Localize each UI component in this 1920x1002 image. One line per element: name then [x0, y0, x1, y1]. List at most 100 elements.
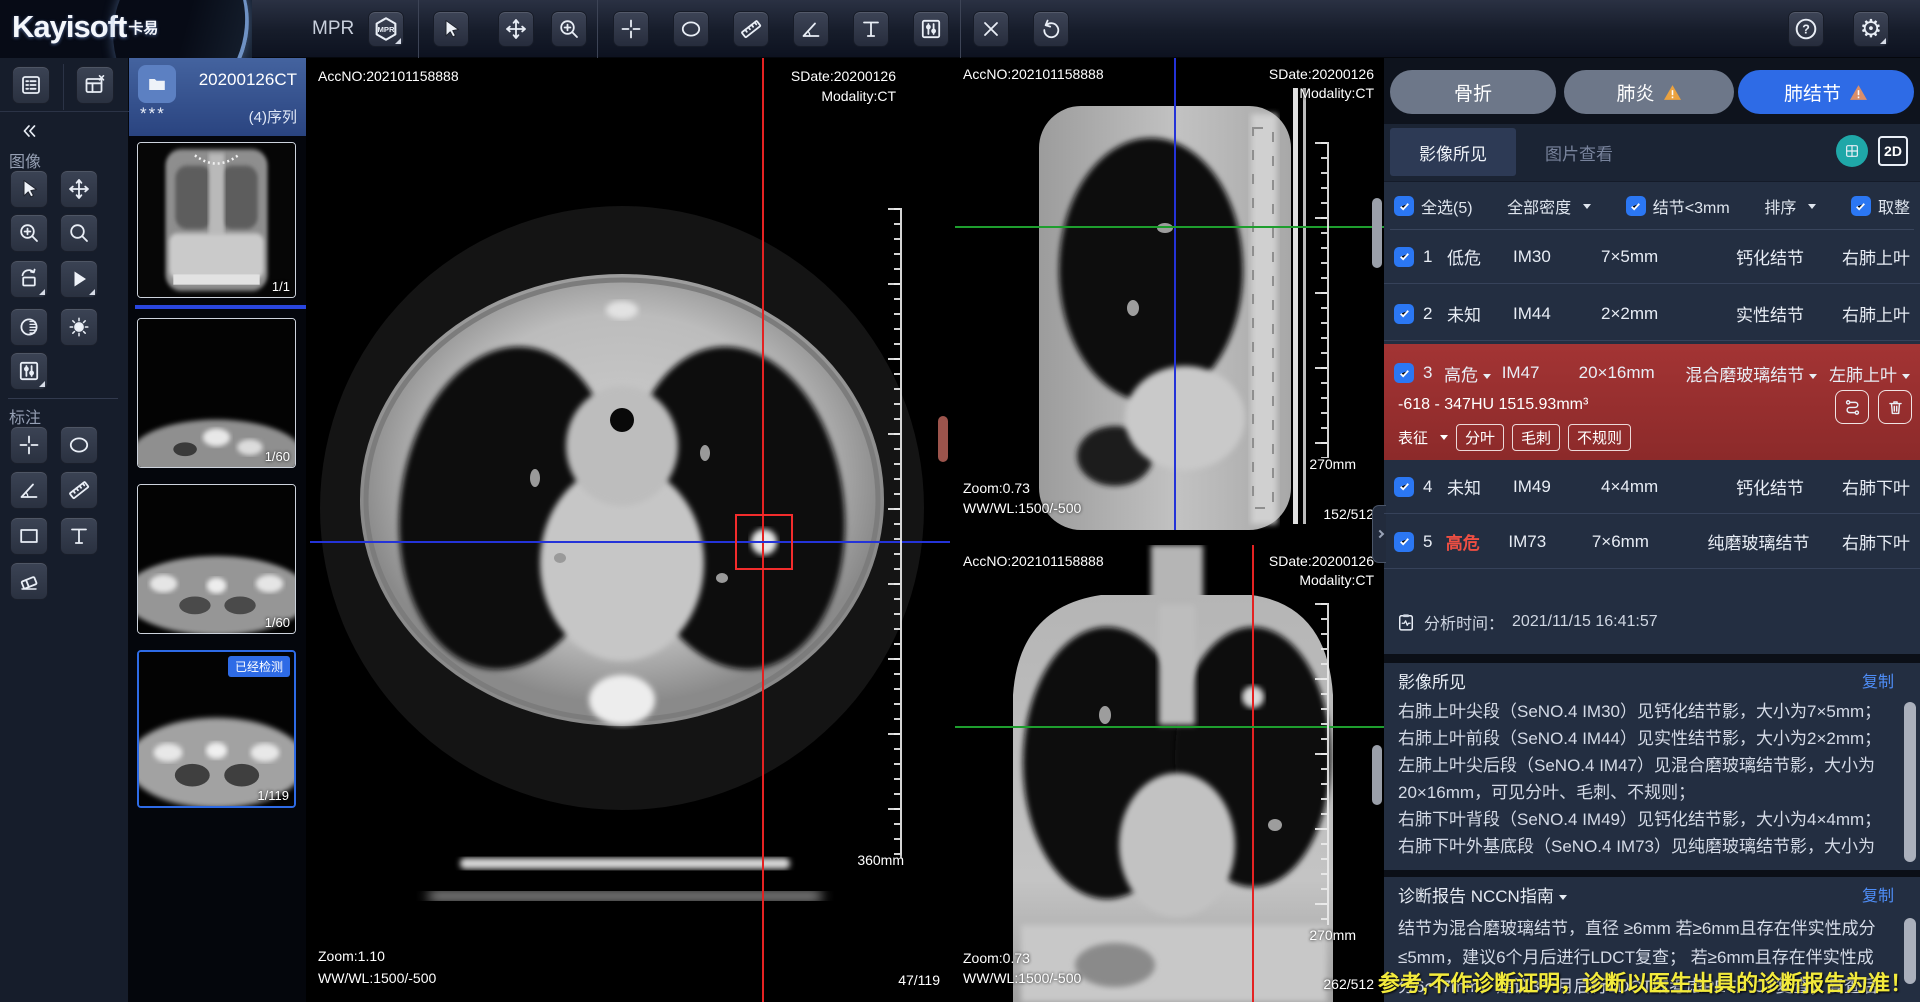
- nodule-size: 20×16mm: [1579, 363, 1686, 383]
- rail-window-level-button[interactable]: [10, 352, 48, 390]
- axial-slice-scrollbar[interactable]: [938, 416, 948, 462]
- rail-invert-button[interactable]: [10, 308, 48, 346]
- series-layout-button[interactable]: [76, 66, 114, 104]
- module-lung-nodule-button[interactable]: 肺结节: [1738, 70, 1914, 114]
- crosshair-vertical-red[interactable]: [1252, 545, 1254, 1002]
- nodule-row-2[interactable]: 2 未知 IM44 2×2mm 实性结节 右肺上叶: [1384, 287, 1920, 341]
- series-thumbnail-shoulder[interactable]: 1/60: [137, 484, 296, 634]
- mpr-button[interactable]: MPR: [368, 11, 404, 47]
- select-all-checkbox[interactable]: 全选(5): [1394, 194, 1473, 218]
- reset-view-button[interactable]: [1033, 11, 1069, 47]
- thumbnail-counter: 1/1: [272, 279, 290, 294]
- findings-scrollbar[interactable]: [1904, 702, 1916, 862]
- coronal-scale-label: 270mm: [1309, 927, 1356, 943]
- findings-copy-link[interactable]: 复制: [1862, 668, 1894, 692]
- scout-xray-image: [138, 143, 295, 297]
- nodule-roi-box[interactable]: [735, 514, 793, 570]
- coronal-modality: Modality:CT: [1299, 572, 1374, 588]
- collapse-rail-button[interactable]: [18, 120, 40, 142]
- rail-ruler-annot-button[interactable]: [60, 471, 98, 509]
- study-folder-button[interactable]: [138, 65, 176, 103]
- nodule-locate-button[interactable]: [1835, 390, 1869, 424]
- nodule-checkbox[interactable]: [1394, 363, 1414, 383]
- nodule-location-dropdown[interactable]: 左肺上叶: [1817, 361, 1910, 386]
- trait-dropdown[interactable]: 表征: [1398, 427, 1448, 448]
- small-nodule-checkbox[interactable]: 结节<3mm: [1626, 194, 1730, 218]
- trait-tag[interactable]: 分叶: [1456, 424, 1504, 451]
- nodule-row-5[interactable]: 5 高危 IM73 7×6mm 纯磨玻璃结节 右肺下叶: [1384, 515, 1920, 569]
- window-level-tool-button[interactable]: [913, 11, 949, 47]
- series-thumbnail-chest-selected[interactable]: 已经检测 1/119: [137, 650, 296, 808]
- nodule-hu-volume: -618 - 347HU 1515.93mm³: [1398, 396, 1588, 414]
- text-tool-button[interactable]: [853, 11, 889, 47]
- nodule-row-1[interactable]: 1 低危 IM30 7×5mm 钙化结节 右肺上叶: [1384, 230, 1920, 284]
- select-tool-button[interactable]: [433, 11, 469, 47]
- chevron-down-icon: [1808, 204, 1816, 213]
- rail-rectangle-annot-button[interactable]: [10, 517, 48, 555]
- rail-angle-annot-button[interactable]: [10, 471, 48, 509]
- zoom-tool-button[interactable]: [551, 11, 587, 47]
- density-filter-dropdown[interactable]: 全部密度: [1507, 194, 1591, 218]
- crosshair-vertical-blue[interactable]: [1174, 58, 1176, 530]
- checkbox-checked[interactable]: [1626, 196, 1646, 216]
- selected-nodule-card[interactable]: 3 高危 IM47 20×16mm 混合磨玻璃结节 左肺上叶 -618 - 34…: [1384, 344, 1920, 460]
- ruler-tool-button[interactable]: [733, 11, 769, 47]
- tab-image-view[interactable]: 图片查看: [1524, 128, 1634, 176]
- rail-cine-play-button[interactable]: [60, 260, 98, 298]
- chevron-down-icon: [1483, 374, 1491, 383]
- ellipse-tool-button[interactable]: [673, 11, 709, 47]
- nodule-checkbox[interactable]: [1394, 247, 1414, 267]
- report-bubble-button[interactable]: [1836, 135, 1868, 167]
- nodule-checkbox[interactable]: [1394, 304, 1414, 324]
- rail-ellipse-annot-button[interactable]: [60, 426, 98, 464]
- nodule-delete-button[interactable]: [1878, 390, 1912, 424]
- rail-select-tool-button[interactable]: [10, 170, 48, 208]
- nodule-risk-dropdown[interactable]: 高危: [1444, 361, 1502, 386]
- thumbnail-list-button[interactable]: [12, 66, 50, 104]
- coronal-viewport[interactable]: AccNO:202101158888 SDate:20200126 Modali…: [955, 545, 1384, 1002]
- round-checkbox[interactable]: 取整: [1851, 194, 1910, 218]
- sagittal-viewport[interactable]: AccNO:202101158888 SDate:20200126 Modali…: [955, 58, 1384, 530]
- checkbox-checked[interactable]: [1851, 196, 1871, 216]
- sort-dropdown[interactable]: 排序: [1764, 194, 1816, 218]
- series-thumbnail-scout[interactable]: 1/1: [137, 142, 296, 298]
- angle-tool-button[interactable]: [793, 11, 829, 47]
- nodule-size: 4×4mm: [1601, 477, 1723, 497]
- report-copy-link[interactable]: 复制: [1862, 882, 1894, 906]
- module-fracture-button[interactable]: 骨折: [1390, 70, 1556, 114]
- rail-crosshair-annot-button[interactable]: [10, 426, 48, 464]
- tab-findings[interactable]: 影像所见: [1390, 128, 1516, 176]
- svg-text:?: ?: [1802, 23, 1810, 37]
- module-pneumonia-button[interactable]: 肺炎: [1564, 70, 1734, 114]
- series-thumbnail-neck[interactable]: 1/60: [137, 318, 296, 468]
- checkbox-checked[interactable]: [1394, 196, 1414, 216]
- pan-tool-button[interactable]: [498, 11, 534, 47]
- 2d-3d-toggle-button[interactable]: 2D: [1878, 136, 1908, 166]
- nodule-checkbox[interactable]: [1394, 477, 1414, 497]
- nodule-checkbox[interactable]: [1394, 532, 1414, 552]
- crosshair-tool-button[interactable]: [613, 11, 649, 47]
- trait-tag[interactable]: 毛刺: [1512, 424, 1560, 451]
- trash-icon: [1886, 398, 1905, 417]
- rail-text-annot-button[interactable]: [60, 517, 98, 555]
- rail-magnify-button[interactable]: [60, 214, 98, 252]
- rail-divider: [0, 111, 129, 112]
- rail-zoom-in-button[interactable]: [10, 214, 48, 252]
- nodule-row-4[interactable]: 4 未知 IM49 4×4mm 钙化结节 右肺下叶: [1384, 460, 1920, 514]
- sagittal-slice-scrollbar[interactable]: [1372, 198, 1382, 268]
- coronal-slice-scrollbar[interactable]: [1372, 745, 1382, 805]
- analysis-time-row: 分析时间： 2021/11/15 16:41:57: [1396, 610, 1658, 634]
- rail-rotate-button[interactable]: [10, 260, 48, 298]
- rail-brightness-button[interactable]: [60, 308, 98, 346]
- report-title[interactable]: 诊断报告 NCCN指南: [1398, 882, 1567, 907]
- trait-tag[interactable]: 不规则: [1568, 424, 1631, 451]
- clear-annotations-button[interactable]: [973, 11, 1009, 47]
- crosshair-horizontal-blue[interactable]: [310, 541, 950, 543]
- rail-eraser-button[interactable]: [10, 562, 48, 600]
- nodule-type-dropdown[interactable]: 混合磨玻璃结节: [1685, 361, 1817, 386]
- settings-button[interactable]: ⚙: [1853, 11, 1889, 47]
- axial-viewport[interactable]: AccNO:202101158888 SDate:20200126 Modali…: [310, 58, 950, 1002]
- rail-pan-tool-button[interactable]: [60, 170, 98, 208]
- coronal-accession: AccNO:202101158888: [963, 553, 1104, 569]
- help-button[interactable]: ?: [1788, 11, 1824, 47]
